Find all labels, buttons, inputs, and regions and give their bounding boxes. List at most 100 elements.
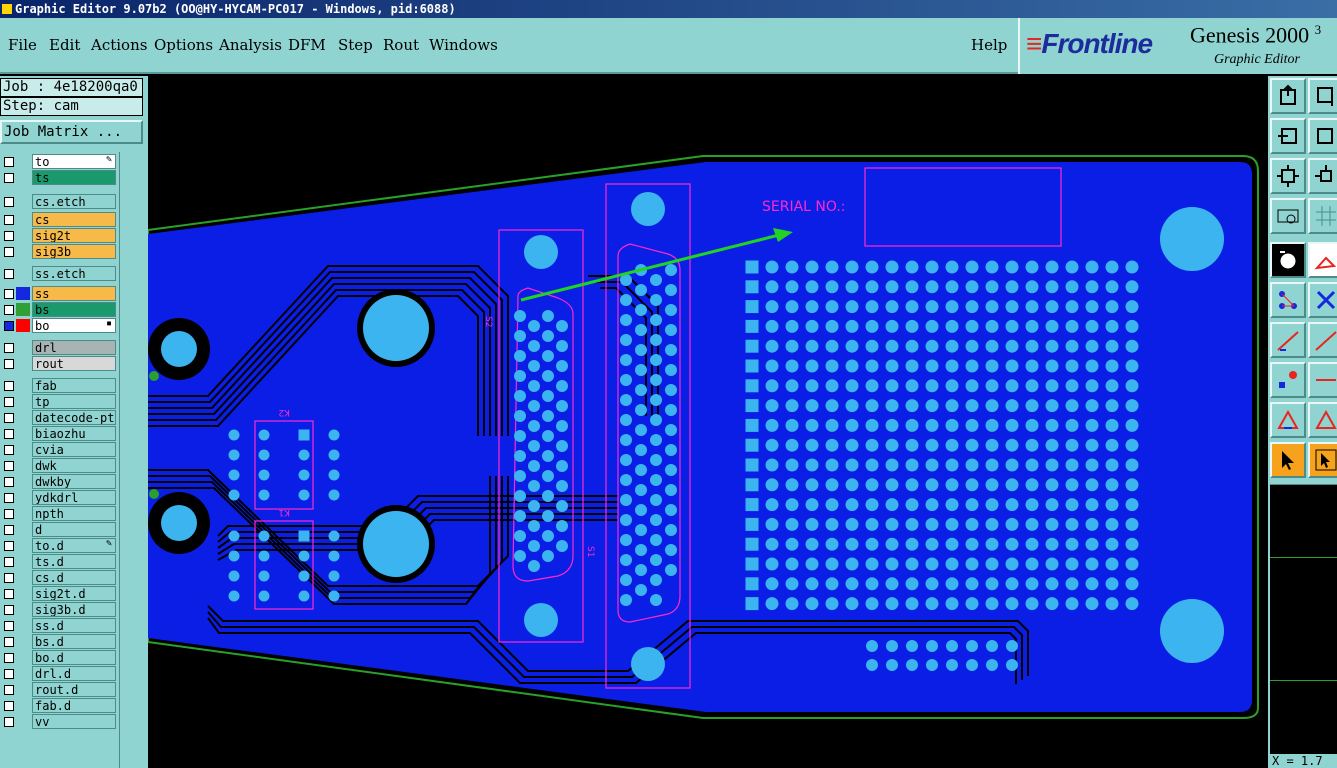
layer-checkbox[interactable] [4,557,14,567]
layer-row[interactable]: d [0,522,118,537]
layer-checkbox[interactable] [4,429,14,439]
tool-line2-button[interactable] [1308,322,1337,358]
layer-checkbox[interactable] [4,305,14,315]
layer-name[interactable]: d [32,522,116,537]
layer-name[interactable]: datecode-pte [32,410,116,425]
layer-name[interactable]: bo [32,318,116,333]
layer-checkbox[interactable] [4,247,14,257]
layer-row[interactable]: ss.etch [0,266,118,281]
menu-windows[interactable]: Windows [429,36,498,54]
layer-row[interactable]: drl.d [0,666,118,681]
tool-down-button[interactable] [1308,78,1337,114]
tool-connect-button[interactable] [1270,282,1306,318]
layer-checkbox[interactable] [4,397,14,407]
layer-checkbox[interactable] [4,685,14,695]
menu-edit[interactable]: Edit [49,36,80,54]
layer-row[interactable]: ydkdrl [0,490,118,505]
layer-name[interactable]: tp [32,394,116,409]
layer-row[interactable]: ts.d [0,554,118,569]
layer-checkbox[interactable] [4,445,14,455]
layer-row[interactable]: ss [0,286,118,301]
layer-name[interactable]: sig3b [32,244,116,259]
layer-name[interactable]: rout [32,356,116,371]
layer-checkbox[interactable] [4,493,14,503]
menu-options[interactable]: Options [154,36,213,54]
layer-checkbox[interactable] [4,605,14,615]
layer-checkbox[interactable] [4,215,14,225]
layer-name[interactable]: dwkby [32,474,116,489]
layer-checkbox[interactable] [4,343,14,353]
layer-row[interactable]: rout [0,356,118,371]
layer-checkbox[interactable] [4,541,14,551]
tool-home-button[interactable] [1270,78,1306,114]
layer-checkbox[interactable] [4,157,14,167]
layer-checkbox[interactable] [4,359,14,369]
layer-checkbox[interactable] [4,321,14,331]
tool-right-button[interactable] [1308,118,1337,154]
layer-checkbox[interactable] [4,197,14,207]
menu-file[interactable]: File [8,36,37,54]
pcb-drawing[interactable]: SERIAL NO.: K2 K1 S2 S1 [148,76,1268,768]
tool-cross-button[interactable] [1308,282,1337,318]
tool-triangle-button[interactable] [1270,402,1306,438]
layer-row[interactable]: fab [0,378,118,393]
layer-row[interactable]: datecode-pte [0,410,118,425]
tool-select-pad-button[interactable] [1270,242,1306,278]
menu-rout[interactable]: Rout [383,36,419,54]
layer-row[interactable]: cs.d [0,570,118,585]
layer-name[interactable]: fab [32,378,116,393]
layer-checkbox[interactable] [4,509,14,519]
layer-checkbox[interactable] [4,477,14,487]
layer-row[interactable]: cs [0,212,118,227]
layer-name[interactable]: ss.etch [32,266,116,281]
layer-name[interactable]: ss.d [32,618,116,633]
layer-name[interactable]: cs.d [32,570,116,585]
layer-name[interactable]: rout.d [32,682,116,697]
layer-row[interactable]: bs.d [0,634,118,649]
layer-name[interactable]: dwk [32,458,116,473]
layer-row[interactable]: to.d ✎ [0,538,118,553]
tool-snap-button[interactable] [1270,198,1306,234]
layer-row[interactable]: dwkby [0,474,118,489]
menu-help[interactable]: Help [971,36,1007,54]
layer-name[interactable]: to [32,154,116,169]
layer-name[interactable]: ts.d [32,554,116,569]
layer-name[interactable]: fab.d [32,698,116,713]
layer-name[interactable]: sig2t [32,228,116,243]
layer-checkbox[interactable] [4,573,14,583]
tool-pointer-button[interactable] [1270,442,1306,478]
layer-row[interactable]: vv [0,714,118,729]
layer-row[interactable]: npth [0,506,118,521]
layer-name[interactable]: bo.d [32,650,116,665]
layer-row[interactable]: cvia [0,442,118,457]
layer-row[interactable]: cs.etch [0,194,118,209]
layer-name[interactable]: cvia [32,442,116,457]
layer-checkbox[interactable] [4,461,14,471]
layer-checkbox[interactable] [4,173,14,183]
layer-checkbox[interactable] [4,525,14,535]
layer-row[interactable]: sig2t.d [0,586,118,601]
layer-checkbox[interactable] [4,381,14,391]
tool-edit-shape-button[interactable] [1308,242,1337,278]
tool-triangle2-button[interactable] [1308,402,1337,438]
layer-name[interactable]: ss [32,286,116,301]
layer-checkbox[interactable] [4,589,14,599]
layer-row[interactable]: bs [0,302,118,317]
layer-row[interactable]: bo ▪ [0,318,118,333]
layer-row[interactable]: drl [0,340,118,355]
layer-row[interactable]: dwk [0,458,118,473]
layer-row[interactable]: tp [0,394,118,409]
layer-row[interactable]: fab.d [0,698,118,713]
layer-row[interactable]: sig3b.d [0,602,118,617]
layer-checkbox[interactable] [4,653,14,663]
layer-name[interactable]: biaozhu [32,426,116,441]
layer-name[interactable]: bs [32,302,116,317]
layer-checkbox[interactable] [4,289,14,299]
layer-row[interactable]: ss.d [0,618,118,633]
menu-actions[interactable]: Actions [91,36,147,54]
mini-preview[interactable] [1270,484,1337,754]
tool-fit-button[interactable] [1270,158,1306,194]
layer-checkbox[interactable] [4,413,14,423]
layer-name[interactable]: ydkdrl [32,490,116,505]
layer-name[interactable]: drl.d [32,666,116,681]
